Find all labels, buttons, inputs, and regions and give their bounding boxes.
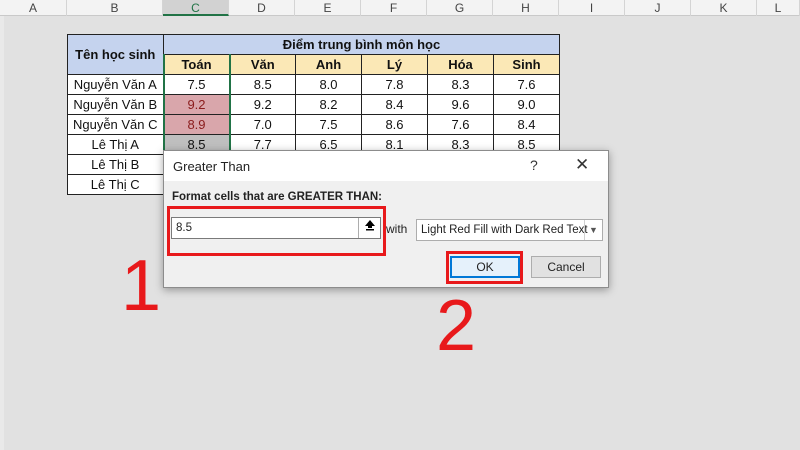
grid-line <box>757 16 758 450</box>
column-header-i[interactable]: I <box>559 0 625 16</box>
score-cell[interactable]: 9.2 <box>229 94 296 115</box>
score-cell[interactable]: 7.8 <box>361 74 428 95</box>
column-header-k[interactable]: K <box>691 0 757 16</box>
column-header-bar: A B C D E F G H I J K L <box>0 0 800 16</box>
column-header-g[interactable]: G <box>427 0 493 16</box>
score-cell[interactable]: 8.2 <box>295 94 362 115</box>
subject-header-cell[interactable]: Toán <box>162 54 231 75</box>
with-label: with <box>386 222 408 236</box>
help-icon[interactable]: ? <box>530 157 538 173</box>
table-row: Nguyễn Văn C 8.9 7.0 7.5 8.6 7.6 8.4 <box>67 114 560 135</box>
close-icon[interactable]: ✕ <box>575 155 589 175</box>
column-header-l[interactable]: L <box>757 0 800 16</box>
subject-header-cell[interactable]: Sinh <box>493 54 560 75</box>
score-cell-highlighted[interactable]: 8.9 <box>162 114 231 135</box>
score-cell[interactable]: 7.6 <box>493 74 560 95</box>
student-name-cell[interactable]: Lê Thị B <box>67 154 164 175</box>
score-cell[interactable]: 9.6 <box>427 94 494 115</box>
student-name-cell[interactable]: Nguyễn Văn A <box>67 74 164 95</box>
group-header-cell[interactable]: Điểm trung bình môn học <box>163 34 560 55</box>
name-header-cell[interactable]: Tên học sinh <box>67 34 164 75</box>
score-cell[interactable]: 8.4 <box>361 94 428 115</box>
table-row: Nguyễn Văn A 7.5 8.5 8.0 7.8 8.3 7.6 <box>67 74 560 95</box>
format-dropdown-value: Light Red Fill with Dark Red Text <box>421 224 588 236</box>
dialog-titlebar[interactable]: Greater Than ? ✕ <box>164 151 608 181</box>
column-header-j[interactable]: J <box>625 0 691 16</box>
score-cell[interactable]: 8.5 <box>229 74 296 95</box>
subject-header-cell[interactable]: Hóa <box>427 54 494 75</box>
column-header-f[interactable]: F <box>361 0 427 16</box>
annotation-step-1: 1 <box>121 246 162 326</box>
score-cell[interactable]: 7.5 <box>295 114 362 135</box>
dialog-title: Greater Than <box>173 159 251 174</box>
score-cell[interactable]: 9.0 <box>493 94 560 115</box>
annotation-box-ok <box>446 251 523 284</box>
subject-header-cell[interactable]: Anh <box>295 54 362 75</box>
column-header-a[interactable]: A <box>0 0 67 16</box>
column-header-c[interactable]: C <box>163 0 229 16</box>
column-header-b[interactable]: B <box>67 0 163 16</box>
student-name-cell[interactable]: Nguyễn Văn C <box>67 114 164 135</box>
subject-header-cell[interactable]: Văn <box>229 54 296 75</box>
score-cell[interactable]: 8.0 <box>295 74 362 95</box>
score-cell[interactable]: 7.6 <box>427 114 494 135</box>
score-cell[interactable]: 8.6 <box>361 114 428 135</box>
score-cell[interactable]: 7.0 <box>229 114 296 135</box>
format-dropdown[interactable]: Light Red Fill with Dark Red Text ▼ <box>416 219 603 241</box>
score-cell[interactable]: 7.5 <box>162 74 231 95</box>
grid-line <box>625 16 626 450</box>
chevron-down-icon[interactable]: ▼ <box>584 220 602 240</box>
score-cell[interactable]: 8.3 <box>427 74 494 95</box>
table-row: Nguyễn Văn B 9.2 9.2 8.2 8.4 9.6 9.0 <box>67 94 560 115</box>
student-name-cell[interactable]: Lê Thị A <box>67 134 164 155</box>
student-name-cell[interactable]: Lê Thị C <box>67 174 164 195</box>
annotation-box-input <box>167 206 386 256</box>
score-cell[interactable]: 8.4 <box>493 114 560 135</box>
student-name-cell[interactable]: Nguyễn Văn B <box>67 94 164 115</box>
column-header-e[interactable]: E <box>295 0 361 16</box>
column-header-h[interactable]: H <box>493 0 559 16</box>
cancel-button[interactable]: Cancel <box>531 256 601 278</box>
annotation-step-2: 2 <box>436 286 477 366</box>
row-header-edge <box>0 16 4 450</box>
column-header-d[interactable]: D <box>229 0 295 16</box>
subject-header-cell[interactable]: Lý <box>361 54 428 75</box>
grid-line <box>691 16 692 450</box>
dialog-prompt: Format cells that are GREATER THAN: <box>172 191 383 203</box>
score-cell-highlighted[interactable]: 9.2 <box>162 94 231 115</box>
